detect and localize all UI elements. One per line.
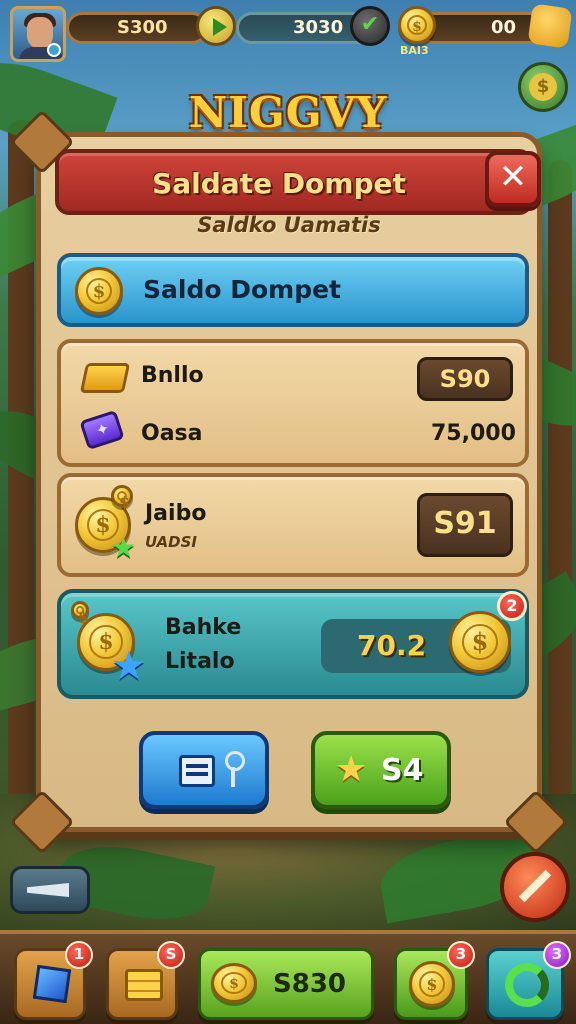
coin-icon	[75, 267, 123, 315]
row-value-oasa: 75,000	[431, 421, 516, 446]
blue-star-icon: ★	[111, 643, 147, 689]
wallet-panel: Saldate Dompet ✕ Saldko Uamatis Saldo Do…	[9, 109, 569, 855]
teal-value: 70.2	[357, 629, 427, 662]
gem-shop-icon[interactable]	[527, 3, 573, 49]
avatar-badge-icon	[47, 43, 61, 57]
row-value-bnllo: S90	[417, 357, 513, 401]
coin-icon	[398, 6, 436, 44]
row-label-bnllo: Bnllo	[141, 363, 204, 388]
wallet-label: Saldo Dompet	[143, 275, 341, 304]
claim-button-label: S4	[381, 753, 424, 788]
star-icon: ★	[111, 531, 137, 564]
coin-stack-button[interactable]: S	[106, 941, 185, 1020]
resource-bar-coins: 00	[418, 12, 546, 44]
panel-title: Saldate Dompet	[152, 167, 406, 200]
teal-line-2: Litalo	[165, 649, 235, 674]
notification-badge: 3	[543, 941, 571, 969]
resource-gold-value: S300	[117, 17, 168, 38]
coin-icon	[449, 611, 511, 673]
resource-bar-gold: S300	[66, 12, 208, 44]
coins-shop-button[interactable]: S830	[198, 948, 374, 1020]
balance-card: Bnllo S90 Oasa 75,000	[57, 339, 529, 467]
panel-header: Saldate Dompet ✕	[55, 149, 541, 215]
star-icon: ★	[335, 749, 368, 790]
check-icon[interactable]: ✔	[350, 6, 390, 46]
megaphone-button[interactable]	[10, 866, 90, 914]
wallet-balance-bar[interactable]: Saldo Dompet	[57, 253, 529, 327]
bottom-bar: 1 S S830 3 3	[0, 930, 576, 1024]
inventory-button[interactable]: 1	[14, 941, 93, 1020]
claim-button[interactable]: ★ S4	[311, 731, 451, 809]
resource-coins-value: 00	[491, 17, 517, 38]
notification-badge: 2	[497, 591, 527, 621]
close-icon: ✕	[498, 157, 528, 197]
jaibo-card: ★ Jaibo UADSI S91	[57, 473, 529, 577]
gold-bar-icon	[79, 363, 131, 393]
coins-shop-label: S830	[273, 969, 346, 999]
game-title: NIGGVY	[188, 88, 388, 137]
jaibo-sublabel: UADSI	[145, 533, 197, 551]
close-button[interactable]: ✕	[485, 151, 541, 207]
coin-icon	[211, 963, 257, 1003]
player-avatar[interactable]	[10, 6, 66, 62]
teal-line-1: Bahke	[165, 615, 242, 640]
top-bar: S300 3030 ✔ 00 BAI3	[0, 0, 576, 62]
coin-icon	[409, 961, 455, 1007]
coin-button[interactable]: 3	[394, 941, 475, 1020]
notification-badge: 3	[447, 941, 475, 969]
jaibo-value: S91	[417, 493, 513, 557]
play-icon[interactable]	[196, 6, 236, 46]
refresh-button[interactable]: 3	[486, 941, 571, 1020]
teal-reward-card[interactable]: ★ Bahke Litalo 70.2 2	[57, 589, 529, 699]
no-ads-button[interactable]	[500, 852, 570, 922]
cube-icon	[32, 964, 72, 1004]
panel-subtitle: Saldko Uamatis	[197, 213, 381, 237]
coin-caption: BAI3	[400, 44, 429, 57]
key-icon	[223, 751, 245, 789]
jaibo-label: Jaibo	[145, 501, 207, 526]
coin-stack-icon	[125, 969, 163, 1001]
purple-gem-icon	[79, 409, 125, 451]
notification-badge: S	[157, 941, 185, 969]
resource-energy-value: 3030	[293, 17, 344, 38]
row-label-oasa: Oasa	[141, 421, 203, 446]
coin-icon-small	[71, 601, 89, 619]
register-icon	[179, 755, 215, 787]
coin-icon-small	[111, 485, 133, 507]
refresh-icon	[505, 963, 549, 1007]
notification-badge: 1	[65, 941, 93, 969]
kiosk-button[interactable]	[139, 731, 269, 809]
